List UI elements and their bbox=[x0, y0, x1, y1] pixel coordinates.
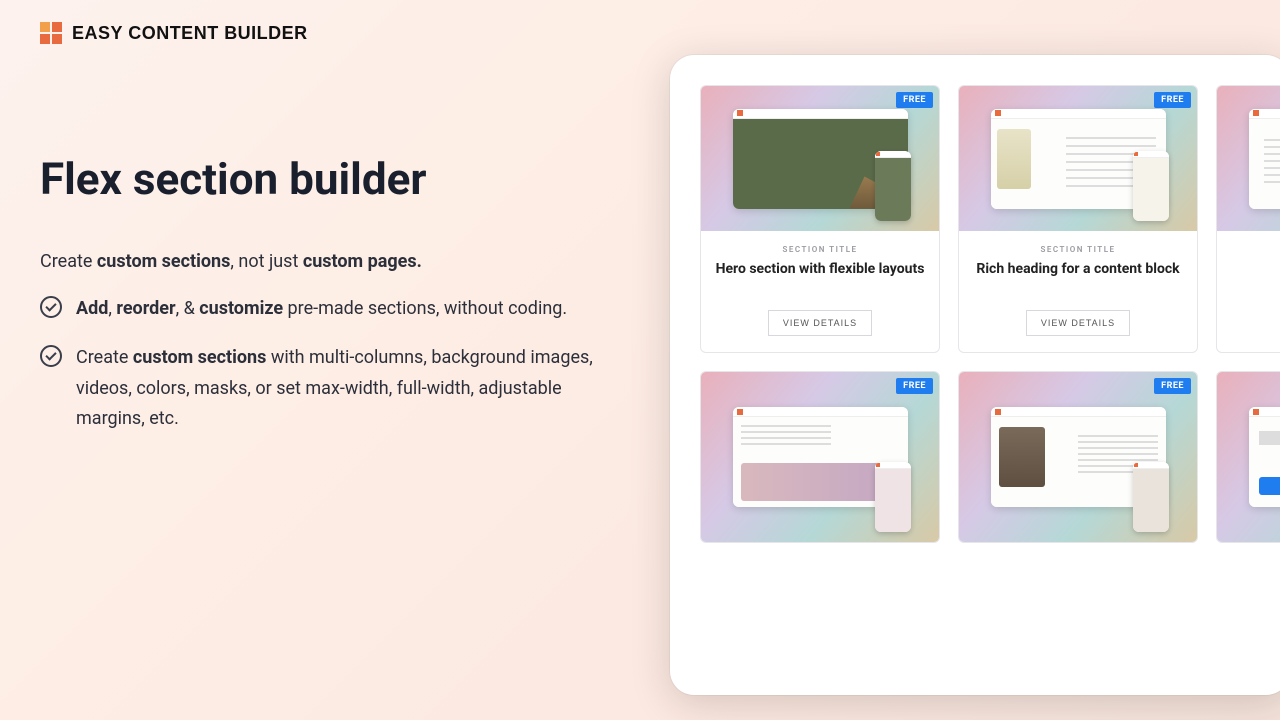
free-badge: FREE bbox=[1154, 92, 1191, 108]
card-thumbnail: FREE bbox=[701, 86, 939, 231]
page-title: Flex section builder bbox=[40, 155, 600, 203]
brand-name: EASY CONTENT BUILDER bbox=[72, 23, 308, 44]
card-eyebrow: SECTION TITLE bbox=[1229, 245, 1280, 254]
bullet-item: Create custom sections with multi-column… bbox=[40, 343, 600, 435]
view-details-button[interactable]: VIEW DETAILS bbox=[1026, 310, 1130, 336]
card-eyebrow: SECTION TITLE bbox=[713, 245, 927, 254]
free-badge: FREE bbox=[896, 378, 933, 394]
brand-logo: EASY CONTENT BUILDER bbox=[40, 22, 308, 44]
card-eyebrow: SECTION TITLE bbox=[971, 245, 1185, 254]
template-card[interactable]: FREE SECTION TITLE Te VIEW DETAILS bbox=[1216, 85, 1280, 353]
lead-text: Create custom sections, not just custom … bbox=[40, 251, 600, 272]
hero-copy: Flex section builder Create custom secti… bbox=[40, 155, 600, 453]
card-thumbnail: FREE bbox=[1217, 372, 1280, 542]
template-card[interactable]: FREE bbox=[700, 371, 940, 543]
free-badge: FREE bbox=[896, 92, 933, 108]
view-details-button[interactable]: VIEW DETAILS bbox=[768, 310, 872, 336]
templates-panel: FREE SECTION TITLE Hero section with fle… bbox=[670, 55, 1280, 695]
card-thumbnail: FREE bbox=[701, 372, 939, 542]
card-thumbnail: FREE bbox=[959, 372, 1197, 542]
card-title: Rich heading for a content block bbox=[971, 260, 1185, 298]
check-icon bbox=[40, 296, 62, 318]
card-title: Hero section with flexible layouts bbox=[713, 260, 927, 298]
bullet-item: Add, reorder, & customize pre-made secti… bbox=[40, 294, 600, 325]
template-card[interactable]: FREE bbox=[958, 371, 1198, 543]
card-thumbnail: FREE bbox=[959, 86, 1197, 231]
free-badge: FREE bbox=[1154, 378, 1191, 394]
template-card[interactable]: FREE SECTION TITLE Rich heading for a co… bbox=[958, 85, 1198, 353]
template-card[interactable]: FREE bbox=[1216, 371, 1280, 543]
check-icon bbox=[40, 345, 62, 367]
card-title: Te bbox=[1229, 260, 1280, 298]
logo-icon bbox=[40, 22, 62, 44]
card-thumbnail: FREE bbox=[1217, 86, 1280, 231]
template-card[interactable]: FREE SECTION TITLE Hero section with fle… bbox=[700, 85, 940, 353]
